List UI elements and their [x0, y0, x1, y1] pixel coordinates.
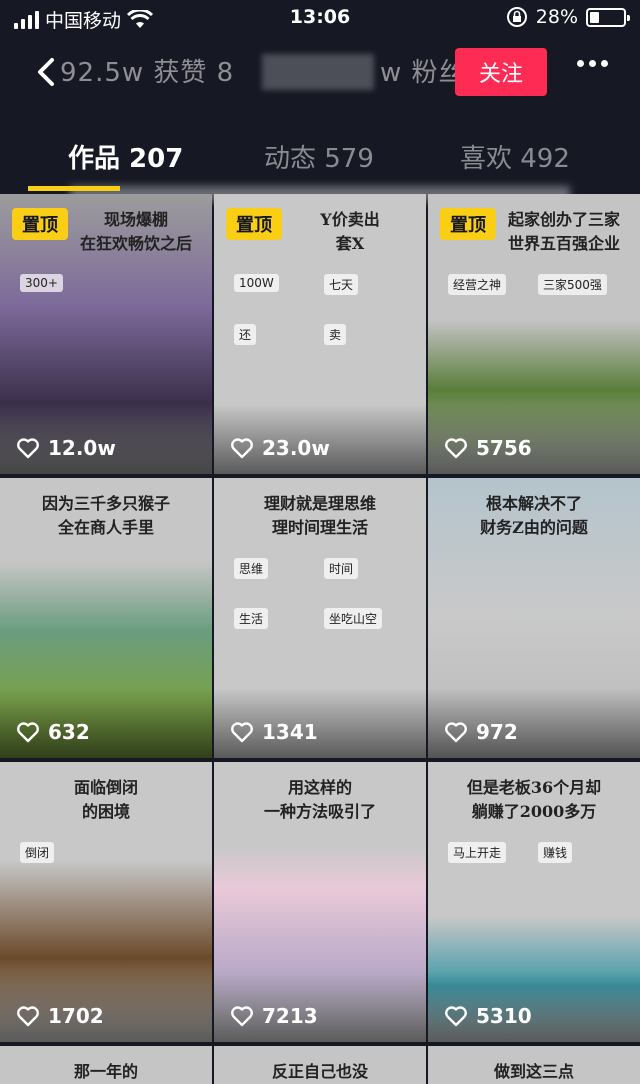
thumbnail-label: 还	[234, 324, 257, 345]
heart-icon	[231, 438, 253, 459]
like-count-value: 12.0w	[48, 436, 116, 460]
thumbnail-label: 经营之神	[448, 274, 507, 295]
video-caption: 但是老板36个月却 躺赚了2000多万	[466, 778, 602, 821]
video-caption: 反正自己也没	[271, 1062, 368, 1081]
like-count-value: 23.0w	[262, 436, 330, 460]
thumbnail-label: 卖	[324, 324, 347, 345]
like-count-value: 7213	[262, 1004, 318, 1028]
video-tile[interactable]: 但是老板36个月却 躺赚了2000多万马上开走 赚钱 5310	[428, 762, 640, 1042]
like-count: 23.0w	[230, 436, 330, 460]
battery-icon	[586, 7, 630, 27]
video-tile[interactable]: 用这样的 一种方法吸引了 7213	[214, 762, 426, 1042]
like-count-value: 1702	[48, 1004, 104, 1028]
stats-suffix: w 粉丝	[380, 58, 466, 88]
heart-icon	[445, 722, 467, 743]
like-count: 5756	[444, 436, 532, 460]
video-tile[interactable]: 起家创办了三家 世界五百强企业 置顶 经营之神 三家500强 5756	[428, 194, 640, 474]
like-count: 5310	[444, 1004, 532, 1028]
video-caption: 理财就是理思维 理时间理生活	[263, 494, 376, 537]
video-caption: 做到这三点	[493, 1062, 574, 1081]
tab-works[interactable]: 作品 207	[68, 138, 183, 175]
video-caption: 那一年的	[73, 1062, 138, 1081]
tab-likes[interactable]: 喜欢 492	[460, 138, 570, 175]
profile-tabs: 作品 207 动态 579 喜欢 492	[0, 138, 640, 186]
video-tile[interactable]: 根本解决不了 财务Z由的问题 972	[428, 478, 640, 758]
video-tile[interactable]: 现场爆棚 在狂欢畅饮之后 置顶 300+ 12.0w	[0, 194, 212, 474]
redacted-block	[262, 54, 374, 90]
pinned-badge: 置顶	[226, 208, 282, 240]
like-count: 972	[444, 720, 518, 744]
video-tile[interactable]: 理财就是理思维 理时间理生活思维 时间生活 坐吃山空 1341	[214, 478, 426, 758]
thumbnail-label: 坐吃山空	[324, 608, 383, 629]
video-tile[interactable]: 做到这三点	[428, 1046, 640, 1084]
video-caption: 因为三千多只猴子 全在商人手里	[41, 494, 170, 537]
heart-icon	[231, 722, 253, 743]
heart-icon	[17, 438, 39, 459]
more-options-icon[interactable]	[577, 60, 608, 67]
thumbnail-label: 七天	[324, 274, 359, 295]
video-caption: 根本解决不了 财务Z由的问题	[480, 494, 588, 537]
heart-icon	[445, 1006, 467, 1027]
battery-percent: 28%	[535, 6, 578, 28]
like-count-value: 5756	[476, 436, 532, 460]
like-count: 12.0w	[16, 436, 116, 460]
profile-header: 92.5w 获赞 8 w 粉丝 关注	[0, 40, 640, 104]
video-tile[interactable]: 那一年的	[0, 1046, 212, 1084]
orientation-lock-icon	[506, 7, 527, 27]
thumbnail-label: 生活	[234, 608, 269, 629]
status-bar: 中国移动 13:06 28%	[0, 0, 640, 36]
like-count: 7213	[230, 1004, 318, 1028]
heart-icon	[17, 1006, 39, 1027]
stats-text: 92.5w 获赞 8	[60, 58, 235, 88]
like-count-value: 632	[48, 720, 90, 744]
like-count-value: 1341	[262, 720, 318, 744]
heart-icon	[445, 438, 467, 459]
video-caption: 用这样的 一种方法吸引了	[263, 778, 376, 821]
video-tile[interactable]: Y价卖出 套X 置顶 100W 七天还卖 23.0w	[214, 194, 426, 474]
thumbnail-label: 倒闭	[20, 842, 55, 863]
like-count-value: 5310	[476, 1004, 532, 1028]
pinned-badge: 置顶	[440, 208, 496, 240]
video-tile[interactable]: 面临倒闭 的困境 倒闭 1702	[0, 762, 212, 1042]
thumbnail-label: 时间	[324, 558, 359, 579]
heart-icon	[231, 1006, 253, 1027]
follow-button[interactable]: 关注	[455, 48, 547, 96]
like-count: 632	[16, 720, 90, 744]
pinned-badge: 置顶	[12, 208, 68, 240]
like-count-value: 972	[476, 720, 518, 744]
thumbnail-label: 思维	[234, 558, 269, 579]
thumbnail-label: 300+	[20, 274, 63, 292]
video-tile[interactable]: 因为三千多只猴子 全在商人手里 632	[0, 478, 212, 758]
like-count: 1702	[16, 1004, 104, 1028]
profile-stats: 92.5w 获赞 8	[60, 52, 234, 89]
video-caption: 面临倒闭 的困境	[73, 778, 138, 821]
tab-indicator	[28, 186, 120, 191]
thumbnail-label: 三家500强	[538, 274, 607, 295]
thumbnail-label: 马上开走	[448, 842, 507, 863]
tab-activity[interactable]: 动态 579	[264, 138, 374, 175]
heart-icon	[17, 722, 39, 743]
video-tile[interactable]: 反正自己也没	[214, 1046, 426, 1084]
thumbnail-label: 赚钱	[538, 842, 573, 863]
like-count: 1341	[230, 720, 318, 744]
thumbnail-label: 100W	[234, 274, 279, 292]
